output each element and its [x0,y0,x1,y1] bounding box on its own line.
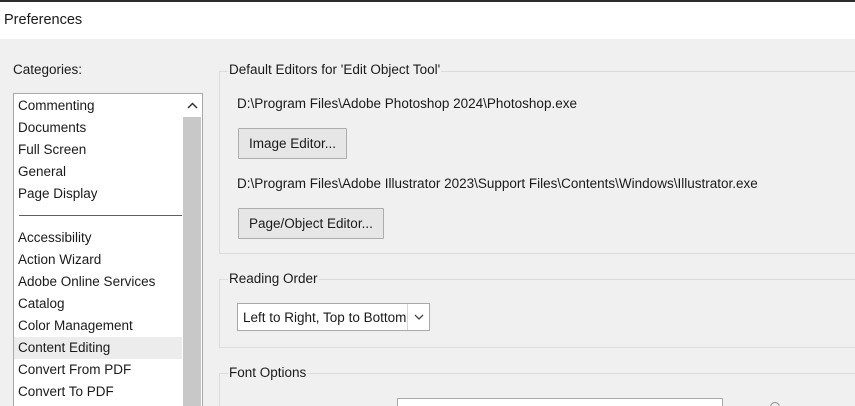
category-item-commenting[interactable]: Commenting [14,95,183,117]
category-item-color-management[interactable]: Color Management [14,315,183,337]
category-item-convert-from-pdf[interactable]: Convert From PDF [14,359,183,381]
category-item-action-wizard[interactable]: Action Wizard [14,249,183,271]
categories-items: Commenting Documents Full Screen General… [14,94,183,406]
categories-label: Categories: [13,62,83,77]
window-title: Preferences [4,12,83,28]
scroll-up-button[interactable] [182,94,202,116]
category-separator [19,215,183,216]
chevron-down-icon [414,314,423,320]
title-bar: Preferences [0,2,855,39]
image-editor-button[interactable]: Image Editor... [238,128,348,159]
page-object-editor-path: D:\Program Files\Adobe Illustrator 2023\… [237,176,758,191]
category-item-content-editing[interactable]: Content Editing [14,337,183,359]
category-item-documents[interactable]: Documents [14,117,183,139]
font-options-field[interactable] [397,398,723,406]
category-item-accessibility[interactable]: Accessibility [14,227,183,249]
chevron-up-icon [186,101,198,109]
categories-list[interactable]: Commenting Documents Full Screen General… [13,93,203,406]
reading-order-select[interactable]: Left to Right, Top to Bottom [237,303,430,331]
font-options-radio[interactable] [770,402,780,406]
category-item-general[interactable]: General [14,161,183,183]
category-item-page-display[interactable]: Page Display [14,183,183,205]
reading-order-value: Left to Right, Top to Bottom [243,310,407,325]
image-editor-path: D:\Program Files\Adobe Photoshop 2024\Ph… [237,96,577,111]
scrollbar-thumb[interactable] [183,117,201,406]
dropdown-arrow[interactable] [407,304,429,330]
category-item-convert-to-pdf[interactable]: Convert To PDF [14,381,183,403]
category-item-catalog[interactable]: Catalog [14,293,183,315]
category-item-adobe-online-services[interactable]: Adobe Online Services [14,271,183,293]
reading-order-title: Reading Order [228,271,319,286]
categories-scrollbar[interactable] [182,94,202,406]
default-editors-title: Default Editors for 'Edit Object Tool' [228,62,442,77]
font-options-title: Font Options [228,365,308,380]
category-item-full-screen[interactable]: Full Screen [14,139,183,161]
page-object-editor-button[interactable]: Page/Object Editor... [238,208,384,239]
